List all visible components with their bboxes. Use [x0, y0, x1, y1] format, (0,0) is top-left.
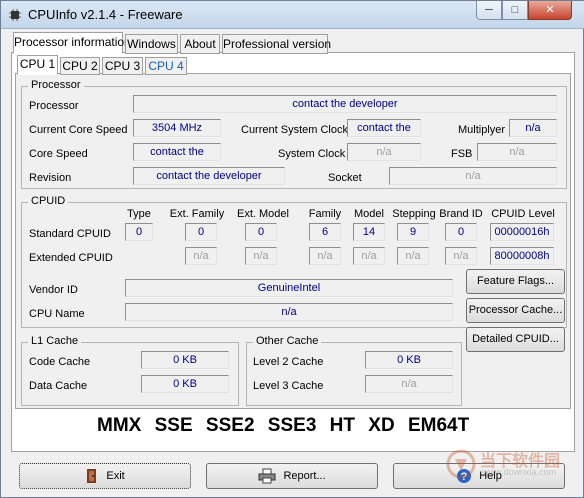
site-watermark: 当下软件园 www.downxia.com [446, 447, 576, 483]
standard-cpuid-label: Standard CPUID [29, 228, 111, 240]
socket-field: n/a [389, 167, 557, 185]
feature-xd: XD [368, 415, 395, 436]
feature-flags-button[interactable]: Feature Flags... [466, 269, 565, 294]
standard-family-field: 6 [309, 223, 341, 241]
standard-ext-model-field: 0 [245, 223, 277, 241]
level2-cache-field: 0 KB [365, 351, 453, 369]
report-button-label: Report... [283, 470, 326, 482]
watermark-url: www.downxia.com [482, 467, 557, 477]
data-cache-field: 0 KB [141, 375, 229, 393]
system-clock-field: n/a [347, 143, 421, 161]
minimize-button[interactable]: ─ [476, 1, 502, 20]
col-brand-id: Brand ID [439, 208, 483, 220]
feature-sse: SSE [154, 415, 193, 436]
extended-cpuid-level-field: 80000008h [490, 247, 554, 265]
tab-processor-information[interactable]: Processor information [13, 32, 131, 54]
close-button[interactable]: ✕ [528, 1, 572, 20]
extended-family-field: n/a [309, 247, 341, 265]
socket-label: Socket [328, 172, 362, 184]
cpuid-group-title: CPUID [28, 195, 69, 207]
code-cache-field: 0 KB [141, 351, 229, 369]
fsb-field: n/a [477, 143, 557, 161]
data-cache-label: Data Cache [29, 380, 88, 392]
extended-brand-id-field: n/a [445, 247, 477, 265]
tab-about[interactable]: About [180, 34, 220, 54]
standard-type-field: 0 [125, 223, 153, 241]
maximize-button[interactable]: □ [502, 1, 528, 20]
feature-sse3: SSE3 [267, 415, 317, 436]
processor-group-title: Processor [28, 79, 84, 91]
cpuinfo-window: CPUInfo v2.1.4 - Freeware ─ □ ✕ Processo… [0, 0, 584, 498]
feature-sse2: SSE2 [205, 415, 255, 436]
extended-ext-family-field: n/a [185, 247, 217, 265]
level2-cache-label: Level 2 Cache [253, 356, 324, 368]
level3-cache-field: n/a [365, 375, 453, 393]
tab-cpu-2[interactable]: CPU 2 [60, 57, 100, 75]
revision-field: contact the developer [133, 167, 285, 185]
col-cpuid-level: CPUID Level [491, 208, 555, 220]
col-stepping: Stepping [392, 208, 436, 220]
l1-cache-group-title: L1 Cache [28, 335, 82, 347]
feature-mmx: MMX [97, 415, 142, 436]
extended-stepping-field: n/a [397, 247, 429, 265]
current-core-speed-field: 3504 MHz [133, 119, 221, 137]
other-cache-group-title: Other Cache [253, 335, 322, 347]
standard-stepping-field: 9 [397, 223, 429, 241]
feature-flags-strip: MMX SSE SSE2 SSE3 HT XD EM64T [97, 415, 469, 437]
cpu-name-field: n/a [125, 303, 453, 321]
multiplyer-field: n/a [509, 119, 557, 137]
extended-ext-model-field: n/a [245, 247, 277, 265]
vendor-id-label: Vendor ID [29, 284, 78, 296]
title-bar[interactable]: CPUInfo v2.1.4 - Freeware ─ □ ✕ [1, 1, 584, 29]
current-system-clock-field: contact the [347, 119, 421, 137]
core-speed-field: contact the [133, 143, 221, 161]
tab-windows[interactable]: Windows [125, 34, 178, 54]
exit-button[interactable]: Exit [19, 463, 191, 489]
code-cache-label: Code Cache [29, 356, 91, 368]
processor-field: contact the developer [133, 95, 557, 113]
extended-cpuid-label: Extended CPUID [29, 252, 113, 264]
door-exit-icon [87, 469, 97, 484]
cpu-name-label: CPU Name [29, 308, 85, 320]
core-speed-label: Core Speed [29, 148, 88, 160]
revision-label: Revision [29, 172, 72, 184]
multiplyer-label: Multiplyer [458, 124, 506, 136]
exit-button-label: Exit [106, 470, 125, 482]
col-model: Model [354, 208, 384, 220]
col-type: Type [127, 208, 151, 220]
system-clock-label: System Clock [278, 148, 346, 160]
col-ext-model: Ext. Model [237, 208, 289, 220]
vendor-id-field: GenuineIntel [125, 279, 453, 297]
tab-cpu-3[interactable]: CPU 3 [102, 57, 143, 75]
feature-em64t: EM64T [407, 415, 470, 436]
processor-cache-button[interactable]: Processor Cache... [466, 298, 565, 323]
report-button[interactable]: Report... [206, 463, 378, 489]
current-system-clock-label: Current System Clock [241, 124, 348, 136]
chip-icon [9, 9, 21, 21]
level3-cache-label: Level 3 Cache [253, 380, 324, 392]
standard-brand-id-field: 0 [445, 223, 477, 241]
current-core-speed-label: Current Core Speed [29, 124, 128, 136]
watermark-logo-icon [446, 449, 476, 479]
fsb-label: FSB [451, 148, 473, 160]
tab-cpu-1[interactable]: CPU 1 [17, 55, 58, 75]
standard-cpuid-level-field: 00000016h [490, 223, 554, 241]
window-title: CPUInfo v2.1.4 - Freeware [28, 7, 183, 22]
col-ext-family: Ext. Family [169, 208, 225, 220]
printer-icon [258, 468, 276, 484]
tab-professional-version[interactable]: Professional version [222, 34, 331, 54]
feature-ht: HT [329, 415, 355, 436]
tab-cpu-4[interactable]: CPU 4 [145, 57, 187, 75]
extended-model-field: n/a [353, 247, 385, 265]
detailed-cpuid-button[interactable]: Detailed CPUID... [466, 327, 565, 352]
processor-label: Processor [29, 100, 79, 112]
standard-model-field: 14 [353, 223, 385, 241]
standard-ext-family-field: 0 [185, 223, 217, 241]
col-family: Family [308, 208, 342, 220]
